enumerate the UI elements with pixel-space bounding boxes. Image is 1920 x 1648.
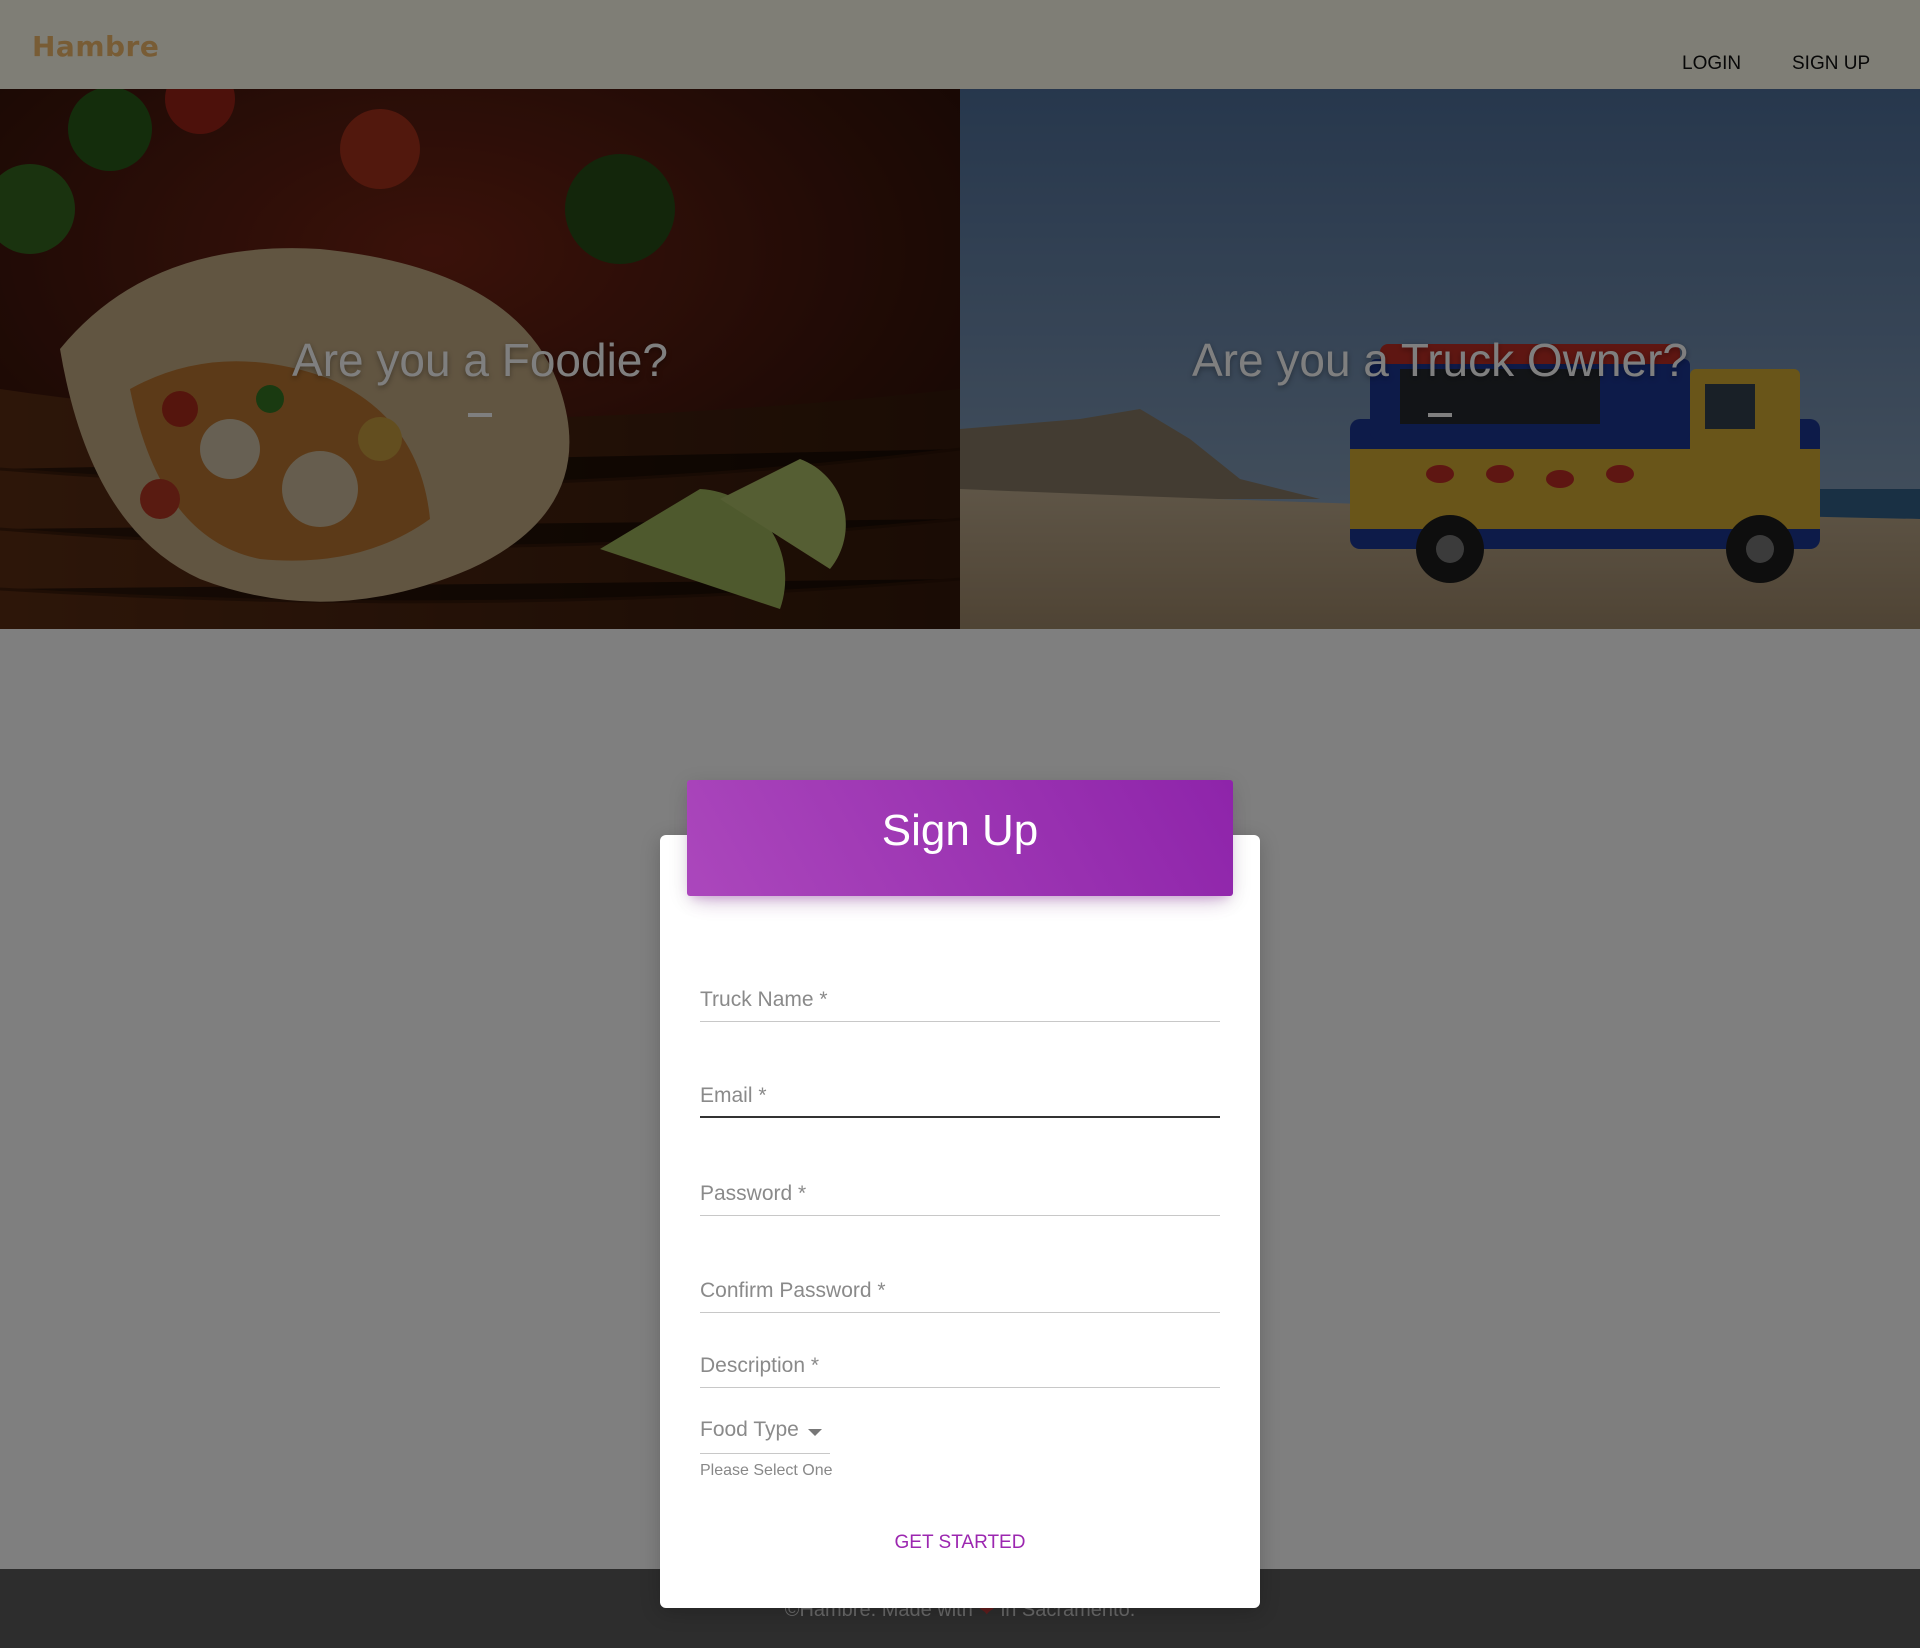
food-type-underline — [700, 1453, 830, 1454]
confirm-password-label: Confirm Password * — [700, 1279, 886, 1302]
truck-name-field[interactable]: Truck Name * — [700, 970, 1224, 1022]
password-field[interactable]: Password * — [700, 1164, 1224, 1216]
caret-down-icon — [808, 1429, 822, 1436]
email-underline — [700, 1116, 1220, 1118]
email-field[interactable]: Email * — [700, 1066, 1224, 1118]
confirm-password-field[interactable]: Confirm Password * — [700, 1261, 1224, 1313]
signup-card-header: Sign Up — [687, 780, 1233, 896]
email-input[interactable] — [700, 1078, 1224, 1116]
truck-name-label: Truck Name * — [700, 988, 828, 1011]
description-underline — [700, 1387, 1220, 1388]
email-label: Email * — [700, 1084, 767, 1107]
password-underline — [700, 1215, 1220, 1216]
description-field[interactable]: Description * — [700, 1336, 1224, 1388]
food-type-helper: Please Select One — [700, 1462, 833, 1479]
get-started-button[interactable]: GET STARTED — [860, 1522, 1060, 1564]
confirm-password-underline — [700, 1312, 1220, 1313]
signup-card — [660, 835, 1260, 1608]
food-type-label: Food Type — [700, 1418, 799, 1441]
truck-name-underline — [700, 1021, 1220, 1022]
food-type-select[interactable]: Food Type — [700, 1410, 830, 1454]
signup-title: Sign Up — [881, 806, 1039, 855]
description-label: Description * — [700, 1354, 820, 1377]
password-label: Password * — [700, 1182, 807, 1205]
